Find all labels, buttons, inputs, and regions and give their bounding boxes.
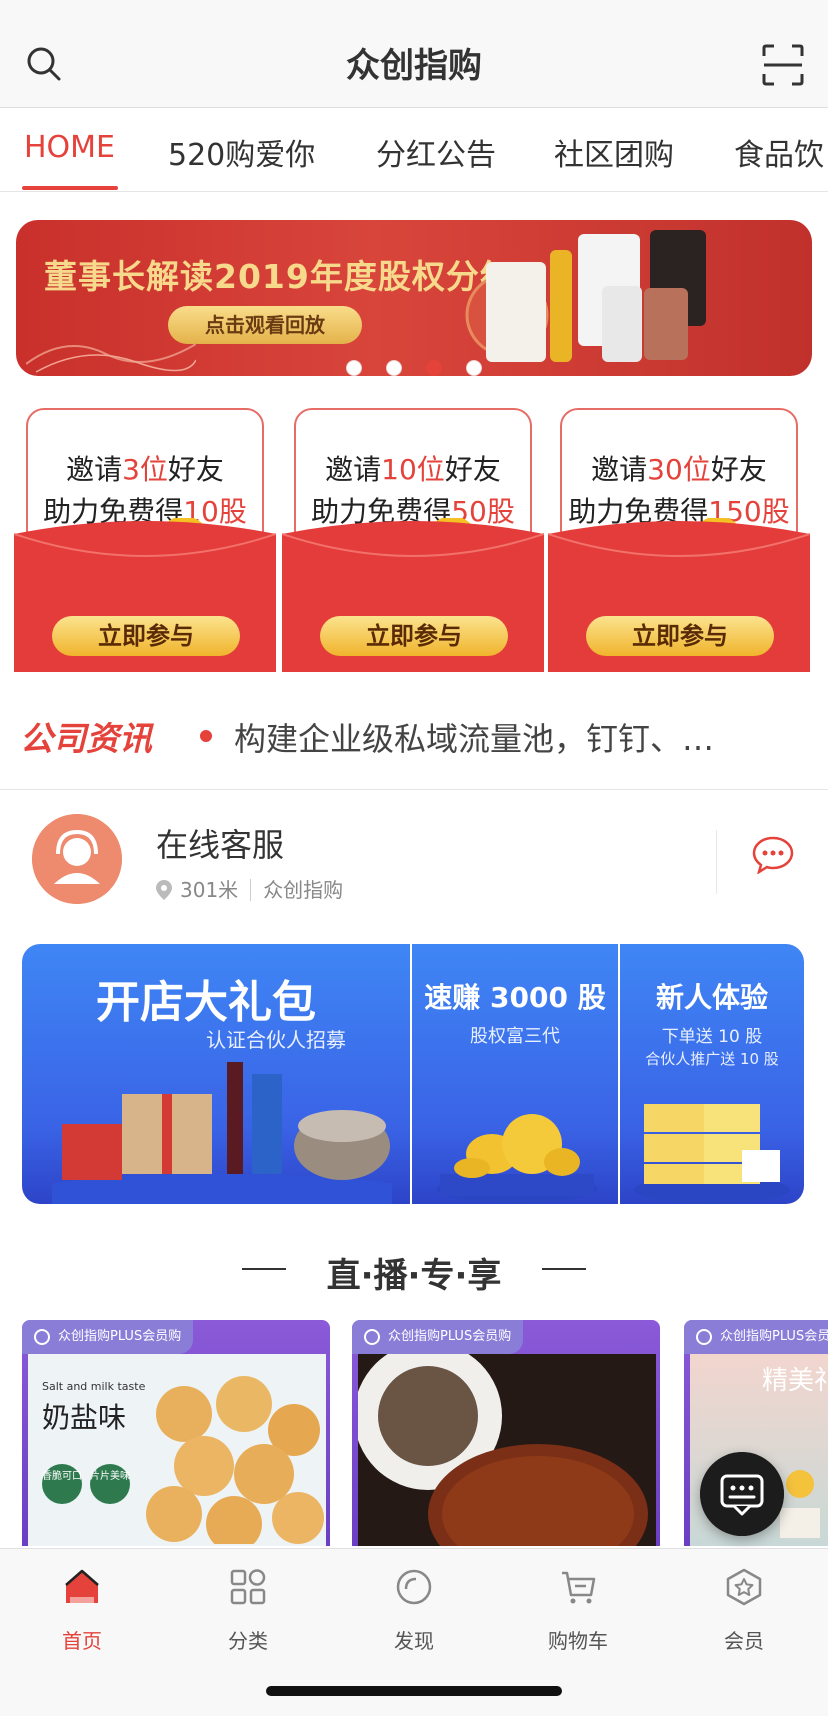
news-headline[interactable]: 构建企业级私域流量池，钉钉、… — [234, 714, 714, 760]
invite-line-1: 邀请10位好友 — [325, 453, 501, 486]
invite-line-1: 邀请3位好友 — [66, 453, 224, 486]
product-tag: 片片美味 — [90, 1464, 130, 1504]
plus-badge-icon — [696, 1329, 712, 1345]
nav-label: 购物车 — [548, 1629, 608, 1653]
product-oil-bottle — [550, 250, 572, 362]
news-bullet-icon — [200, 730, 212, 742]
invite-card-3[interactable]: 邀请3位好友 助力免费得10股 立即参与 — [14, 406, 276, 672]
product-title: 精美礼 — [762, 1366, 828, 1396]
nav-discover[interactable]: 发现 — [354, 1567, 474, 1654]
scan-icon[interactable] — [762, 44, 804, 86]
category-icon — [230, 1569, 266, 1605]
invite-line-1: 邀请30位好友 — [591, 453, 767, 486]
product-card-tea[interactable]: 众创指购PLUS会员购 — [352, 1320, 660, 1546]
nav-label: 会员 — [724, 1629, 764, 1653]
product-card-biscuit[interactable]: Salt and milk taste 奶盐味 香脆可口 片片美味 众创指购PL… — [22, 1320, 330, 1546]
nav-label: 首页 — [62, 1629, 102, 1653]
customer-service-avatar-icon — [32, 814, 122, 904]
app-header: 众创指购 — [0, 0, 828, 108]
tab-520[interactable]: 520购爱你 — [168, 130, 315, 174]
company-news-ticker[interactable]: 公司资讯 构建企业级私域流量池，钉钉、… — [0, 700, 828, 790]
tab-home[interactable]: HOME — [24, 130, 115, 165]
service-name: 在线客服 — [156, 826, 285, 864]
floating-message-button[interactable] — [700, 1452, 784, 1536]
plus-member-badge: 众创指购PLUS会员购 — [22, 1320, 194, 1354]
nav-home[interactable]: 首页 — [22, 1567, 142, 1654]
chat-bubble-icon[interactable] — [752, 836, 794, 874]
service-store: 众创指购 — [263, 878, 344, 902]
biscuits-graphic — [146, 1376, 324, 1544]
ribbon-decoration — [26, 343, 196, 373]
service-distance: 301米 — [180, 878, 239, 902]
banner-replay-button[interactable]: 点击观看回放 — [168, 306, 362, 344]
tea-graphic — [358, 1354, 656, 1546]
home-indicator — [266, 1686, 562, 1696]
tab-food-drink[interactable]: 食品饮 — [734, 130, 824, 174]
promo-title: 开店大礼包 — [96, 977, 316, 1028]
product-taste: 奶盐味 — [42, 1401, 127, 1434]
promo-new-user[interactable]: 新人体验 下单送 10 股 合伙人推广送 10 股 — [620, 944, 804, 1204]
plus-member-badge: 众创指购PLUS会员购 — [352, 1320, 524, 1354]
promo-subtitle: 下单送 10 股 — [661, 1027, 763, 1047]
news-label: 公司资讯 — [20, 719, 152, 758]
gift-products-graphic — [52, 1062, 392, 1204]
home-icon — [65, 1569, 99, 1603]
banner-pagination — [346, 360, 486, 376]
nav-member[interactable]: 会员 — [684, 1567, 804, 1654]
category-tabs: HOME 520购爱你 分红公告 社区团购 食品饮 — [0, 108, 828, 192]
gold-coins-graphic — [437, 1114, 597, 1203]
active-tab-indicator — [22, 186, 118, 190]
pagination-dot[interactable] — [466, 360, 482, 376]
promo-subtitle-2: 合伙人推广送 10 股 — [645, 1050, 779, 1068]
product-image — [358, 1354, 656, 1546]
nav-category[interactable]: 分类 — [188, 1567, 308, 1654]
product-tag: 香脆可口 — [42, 1464, 82, 1504]
join-button[interactable]: 立即参与 — [320, 616, 508, 656]
customer-service-row[interactable]: 在线客服 301米 众创指购 — [0, 792, 828, 928]
tab-community-group[interactable]: 社区团购 — [554, 130, 674, 174]
pagination-dot[interactable] — [346, 360, 362, 376]
plus-member-badge: 众创指购PLUS会员 — [684, 1320, 828, 1354]
promo-store-gift-pack[interactable]: 开店大礼包 认证合伙人招募 — [22, 944, 410, 1204]
product-almond-bag — [486, 262, 546, 362]
plus-badge-icon — [364, 1329, 380, 1345]
pagination-dot-active[interactable] — [426, 360, 442, 376]
plus-badge-icon — [34, 1329, 50, 1345]
section-line-right — [542, 1268, 586, 1270]
invite-card-30[interactable]: 邀请30位好友 助力免费得150股 立即参与 — [548, 406, 810, 672]
product-peanut-bag — [644, 288, 688, 360]
location-pin-icon — [156, 880, 172, 900]
join-button[interactable]: 立即参与 — [586, 616, 774, 656]
product-taste-en: Salt and milk taste — [42, 1380, 146, 1393]
nav-label: 发现 — [394, 1629, 434, 1653]
join-button[interactable]: 立即参与 — [52, 616, 240, 656]
product-bottle — [602, 286, 642, 362]
promo-quick-earn[interactable]: 速赚 3000 股 股权富三代 — [412, 944, 618, 1204]
page-title: 众创指购 — [346, 46, 482, 86]
divider — [716, 830, 717, 894]
nav-label: 分类 — [228, 1629, 268, 1653]
promo-title: 速赚 3000 股 — [424, 981, 606, 1014]
cart-icon — [562, 1571, 596, 1604]
nav-cart[interactable]: 购物车 — [518, 1567, 638, 1654]
service-meta: 301米 众创指购 — [156, 874, 343, 903]
banner-title: 董事长解读2019年度股权分红 — [44, 257, 514, 296]
member-star-icon — [726, 1568, 762, 1606]
tissue-boxes-graphic — [634, 1104, 790, 1204]
product-image: Salt and milk taste 奶盐味 香脆可口 片片美味 — [28, 1354, 326, 1546]
hero-banner[interactable]: 董事长解读2019年度股权分红 点击观看回放 — [16, 220, 812, 376]
promo-subtitle: 认证合伙人招募 — [206, 1028, 346, 1052]
promo-subtitle: 股权富三代 — [470, 1026, 560, 1047]
discover-icon — [396, 1569, 432, 1605]
tab-dividend-notice[interactable]: 分红公告 — [376, 130, 496, 174]
live-exclusive-title: 直·播·专·享 — [326, 1256, 502, 1296]
invite-card-10[interactable]: 邀请10位好友 助力免费得50股 立即参与 — [282, 406, 544, 672]
pagination-dot[interactable] — [386, 360, 402, 376]
promo-title: 新人体验 — [655, 981, 768, 1014]
